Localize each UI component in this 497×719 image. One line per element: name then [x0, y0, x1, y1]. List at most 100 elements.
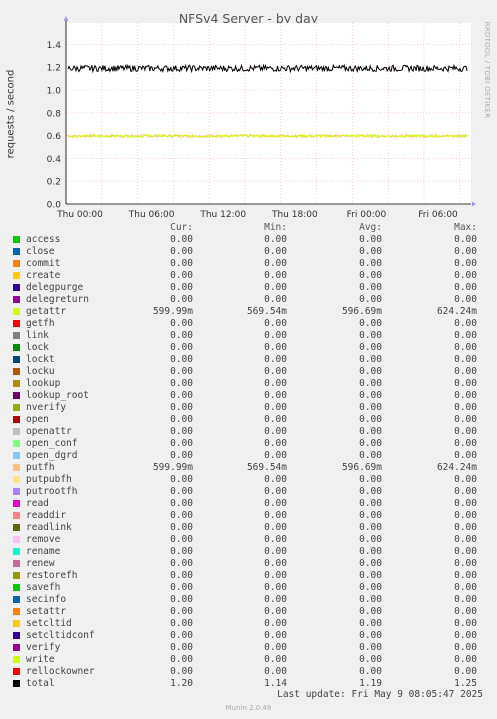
- legend-swatch: [13, 428, 20, 435]
- legend-label: lock: [26, 342, 49, 353]
- legend-cur-value: 0.00: [170, 582, 193, 593]
- legend-avg-value: 0.00: [359, 342, 382, 353]
- legend-cur-value: 599.99m: [152, 306, 193, 317]
- legend-cur-value: 0.00: [170, 486, 193, 497]
- legend-cur-value: 0.00: [170, 498, 193, 509]
- legend-label: read: [26, 498, 49, 509]
- legend-swatch: [13, 584, 20, 591]
- legend-avg-value: 0.00: [359, 510, 382, 521]
- legend-max-value: 0.00: [454, 438, 477, 449]
- legend-cur-value: 0.00: [170, 354, 193, 365]
- x-tick-label: Thu 12:00: [199, 210, 246, 220]
- y-tick-label: 0.8: [47, 109, 62, 119]
- legend-max-value: 0.00: [454, 378, 477, 389]
- legend-avg-value: 0.00: [359, 666, 382, 677]
- legend-max-value: 0.00: [454, 510, 477, 521]
- legend-min-value: 0.00: [264, 558, 287, 569]
- legend-min-value: 0.00: [264, 294, 287, 305]
- x-tick-label: Thu 18:00: [271, 210, 318, 220]
- legend-max-value: 0.00: [454, 630, 477, 641]
- legend-label: putrootfh: [26, 486, 78, 497]
- legend-cur-value: 599.99m: [152, 462, 193, 473]
- legend-swatch: [13, 644, 20, 651]
- legend-max-value: 0.00: [454, 594, 477, 605]
- legend-label: getattr: [26, 306, 67, 317]
- legend-max-value: 1.25: [454, 678, 477, 689]
- legend-row-remove: remove 0.00 0.00 0.00 0.00: [0, 534, 497, 546]
- legend-label: lookup: [26, 378, 61, 389]
- legend-label: delegreturn: [26, 294, 89, 305]
- legend-row-open-dgrd: open_dgrd 0.00 0.00 0.00 0.00: [0, 450, 497, 462]
- legend-avg-value: 596.69m: [341, 306, 382, 317]
- legend-max-value: 0.00: [454, 270, 477, 281]
- legend-swatch: [13, 512, 20, 519]
- legend-min-value: 0.00: [264, 498, 287, 509]
- legend-label: link: [26, 330, 49, 341]
- legend-min-value: 0.00: [264, 486, 287, 497]
- legend-avg-value: 0.00: [359, 534, 382, 545]
- legend-max-value: 0.00: [454, 450, 477, 461]
- legend-max-value: 0.00: [454, 258, 477, 269]
- legend-avg-value: 0.00: [359, 654, 382, 665]
- legend-max-value: 0.00: [454, 486, 477, 497]
- legend-row-lockt: lockt 0.00 0.00 0.00 0.00: [0, 354, 497, 366]
- legend-min-value: 0.00: [264, 282, 287, 293]
- legend-avg-value: 0.00: [359, 282, 382, 293]
- legend-swatch: [13, 368, 20, 375]
- y-tick-label: 1.2: [47, 64, 61, 74]
- legend-label: verify: [26, 642, 61, 653]
- legend-row-renew: renew 0.00 0.00 0.00 0.00: [0, 558, 497, 570]
- legend-cur-value: 0.00: [170, 438, 193, 449]
- legend-row-rename: rename 0.00 0.00 0.00 0.00: [0, 546, 497, 558]
- legend-row-putfh: putfh 599.99m 569.54m 596.69m 624.24m: [0, 462, 497, 474]
- legend-avg-value: 0.00: [359, 234, 382, 245]
- legend-min-value: 0.00: [264, 402, 287, 413]
- legend-avg-value: 0.00: [359, 498, 382, 509]
- plot-background: [66, 23, 471, 204]
- legend-max-value: 0.00: [454, 498, 477, 509]
- legend-swatch: [13, 560, 20, 567]
- legend-row-setcltidconf: setcltidconf 0.00 0.00 0.00 0.00: [0, 630, 497, 642]
- legend-min-value: 0.00: [264, 234, 287, 245]
- legend-swatch: [13, 548, 20, 555]
- legend-cur-value: 0.00: [170, 366, 193, 377]
- legend-max-value: 0.00: [454, 582, 477, 593]
- legend-swatch: [13, 320, 20, 327]
- legend-row-write: write 0.00 0.00 0.00 0.00: [0, 654, 497, 666]
- y-tick-label: 0.0: [47, 201, 62, 211]
- legend-avg-value: 0.00: [359, 318, 382, 329]
- legend-label: commit: [26, 258, 61, 269]
- legend-max-value: 0.00: [454, 390, 477, 401]
- legend-avg-value: 0.00: [359, 618, 382, 629]
- legend-label: secinfo: [26, 594, 67, 605]
- legend-min-value: 0.00: [264, 246, 287, 257]
- legend-max-value: 0.00: [454, 330, 477, 341]
- legend-label: rellockowner: [26, 666, 95, 677]
- legend-max-value: 624.24m: [436, 462, 477, 473]
- legend-row-restorefh: restorefh 0.00 0.00 0.00 0.00: [0, 570, 497, 582]
- legend-avg-value: 0.00: [359, 258, 382, 269]
- legend-swatch: [13, 632, 20, 639]
- legend-avg-value: 1.19: [359, 678, 382, 689]
- legend-cur-value: 0.00: [170, 258, 193, 269]
- x-tick-label: Fri 06:00: [418, 210, 458, 220]
- legend-row-lookup: lookup 0.00 0.00 0.00 0.00: [0, 378, 497, 390]
- legend-cur-value: 0.00: [170, 666, 193, 677]
- legend-max-value: 0.00: [454, 618, 477, 629]
- legend-avg-value: 0.00: [359, 414, 382, 425]
- legend-cur-value: 0.00: [170, 414, 193, 425]
- legend-cur-value: 0.00: [170, 402, 193, 413]
- legend-min-value: 0.00: [264, 534, 287, 545]
- legend-cur-value: 0.00: [170, 450, 193, 461]
- legend-max-value: 0.00: [454, 318, 477, 329]
- legend-swatch: [13, 356, 20, 363]
- legend-min-value: 0.00: [264, 630, 287, 641]
- legend-label: lookup_root: [26, 390, 89, 401]
- legend-avg-value: 0.00: [359, 642, 382, 653]
- legend-row-getfh: getfh 0.00 0.00 0.00 0.00: [0, 318, 497, 330]
- legend-avg-value: 0.00: [359, 246, 382, 257]
- legend-label: delegpurge: [26, 282, 84, 293]
- legend-row-lookup-root: lookup_root 0.00 0.00 0.00 0.00: [0, 390, 497, 402]
- legend-label: setattr: [26, 606, 67, 617]
- legend-avg-value: 0.00: [359, 270, 382, 281]
